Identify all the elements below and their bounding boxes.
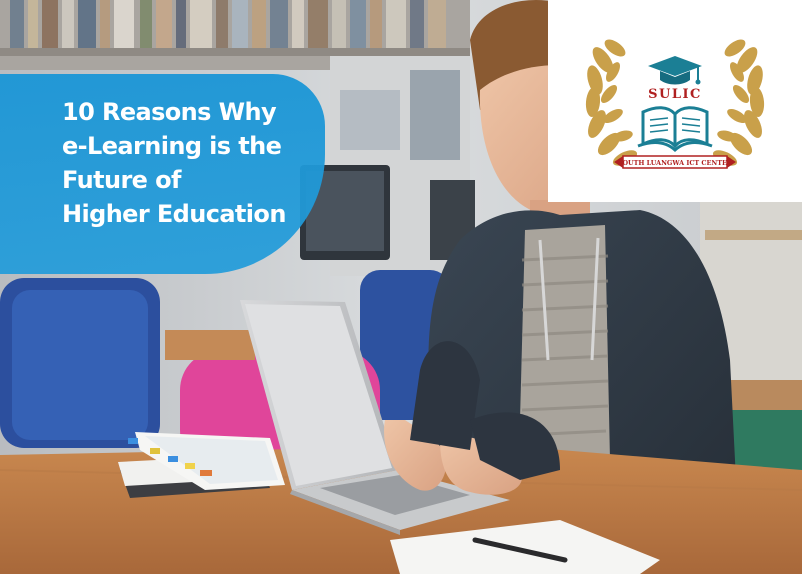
graduation-cap-icon xyxy=(648,56,702,85)
sulic-logo: SULIC SOUTH LUANGWA ICT CENTER xyxy=(585,39,765,169)
logo-card: SULIC SOUTH LUANGWA ICT CENTER xyxy=(548,0,802,202)
headline-line-1: 10 Reasons Why xyxy=(62,98,277,126)
open-book-icon xyxy=(637,106,713,153)
headline-title: 10 Reasons Why e-Learning is the Future … xyxy=(62,95,322,231)
headline-line-3: Future of xyxy=(62,166,181,194)
headline-line-4: Higher Education xyxy=(62,200,286,228)
logo-ribbon: SOUTH LUANGWA ICT CENTER xyxy=(614,155,736,169)
logo-ribbon-text: SOUTH LUANGWA ICT CENTER xyxy=(618,159,733,167)
logo-acronym: SULIC xyxy=(648,87,702,102)
headline-line-2: e-Learning is the xyxy=(62,132,282,160)
